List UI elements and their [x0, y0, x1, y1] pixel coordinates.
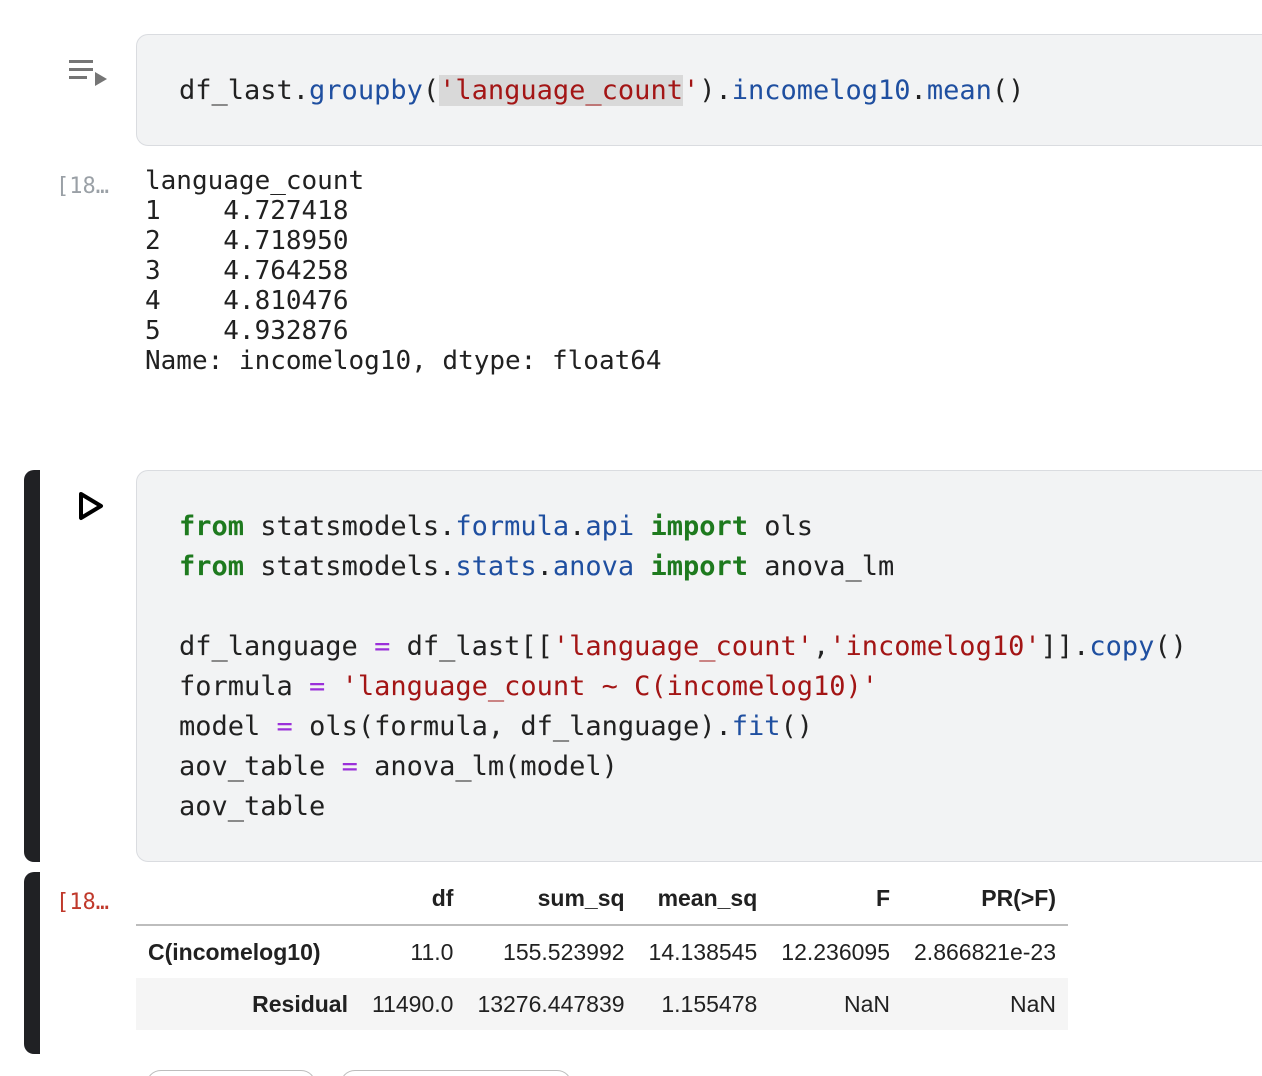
table-row: C(incomelog10) 11.0 155.523992 14.138545… — [136, 925, 1068, 978]
code-line: df_last.groupby('language_count').income… — [179, 75, 1025, 106]
table-row: Residual 11490.0 13276.447839 1.155478 N… — [136, 978, 1068, 1030]
column-header: PR(>F) — [902, 872, 1068, 926]
code-line: model = ols(formula, df_language).fit() — [179, 711, 814, 742]
anova-table: df sum_sq mean_sq F PR(>F) C(incomelog10… — [136, 872, 1068, 1030]
code-line: from statsmodels.formula.api import ols — [179, 511, 814, 542]
table-cell: 11490.0 — [372, 990, 454, 1017]
output-focus-bar — [24, 872, 40, 1054]
table-cell: 1.155478 — [661, 990, 758, 1017]
code-line: from statsmodels.stats.anova import anov… — [179, 551, 895, 582]
column-header: F — [769, 872, 903, 926]
execution-count: [18… — [56, 174, 109, 199]
table-cell: 11.0 — [410, 938, 454, 965]
row-index: Residual — [252, 990, 348, 1017]
output-action-button[interactable] — [340, 1070, 572, 1076]
code-line: aov_table — [179, 791, 326, 822]
column-header: df — [360, 872, 466, 926]
table-cell: 14.138545 — [648, 938, 758, 965]
output-action-button[interactable] — [146, 1070, 316, 1076]
code-line: df_language = df_last[['language_count',… — [179, 631, 1187, 662]
code-line: aov_table = anova_lm(model) — [179, 751, 618, 782]
execution-count: [18… — [56, 890, 109, 915]
code-cell-2[interactable]: from statsmodels.formula.api import ols … — [136, 470, 1262, 862]
table-header-row: df sum_sq mean_sq F PR(>F) — [136, 872, 1068, 926]
table-cell: NaN — [1009, 990, 1056, 1017]
highlighted-token: language_count — [455, 75, 683, 106]
table-cell: NaN — [844, 990, 891, 1017]
output-menu-icon[interactable] — [66, 56, 112, 90]
column-header — [136, 872, 360, 926]
run-cell-icon[interactable] — [76, 490, 106, 522]
code-line: formula = 'language_count ~ C(incomelog1… — [179, 671, 879, 702]
table-cell: 12.236095 — [781, 938, 891, 965]
row-index: C(incomelog10) — [148, 938, 321, 965]
column-header: sum_sq — [465, 872, 637, 926]
cell-focus-bar — [24, 470, 40, 862]
code-cell-1[interactable]: df_last.groupby('language_count').income… — [136, 34, 1262, 146]
column-header: mean_sq — [636, 872, 770, 926]
table-cell: 13276.447839 — [477, 990, 625, 1017]
table-cell: 2.866821e-23 — [914, 938, 1056, 965]
cell-output: language_count 1 4.727418 2 4.718950 3 4… — [145, 166, 662, 376]
table-cell: 155.523992 — [503, 938, 625, 965]
